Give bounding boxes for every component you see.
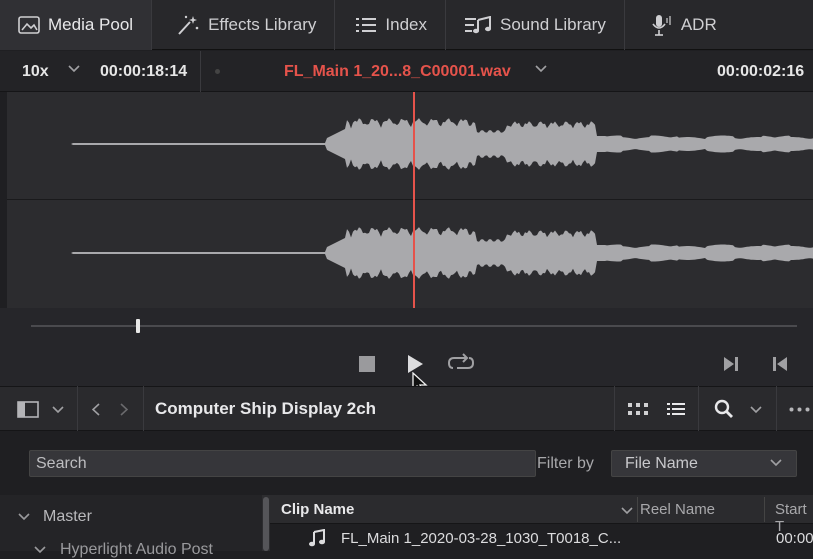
media-pool-icon <box>18 15 40 34</box>
waveform-viewer[interactable] <box>7 92 813 308</box>
effects-wand-icon <box>178 15 199 35</box>
tab-label: Sound Library <box>500 14 606 34</box>
divider <box>698 386 699 431</box>
chevron-down-icon[interactable] <box>770 459 782 467</box>
bin-item-master[interactable]: Master <box>43 508 92 526</box>
previous-frame-icon[interactable] <box>772 356 788 372</box>
divider <box>614 386 615 431</box>
forward-arrow-icon[interactable] <box>120 403 128 416</box>
scrub-handle[interactable] <box>136 319 141 333</box>
chevron-down-icon[interactable] <box>52 406 64 414</box>
divider <box>143 386 144 431</box>
column-divider[interactable] <box>637 497 638 522</box>
tab-media-pool[interactable]: Media Pool <box>0 0 153 50</box>
search-icon[interactable] <box>714 399 734 419</box>
playhead[interactable] <box>413 92 415 308</box>
tab-label: ADR <box>680 14 717 34</box>
tab-effects-library[interactable]: Effects Library <box>152 0 336 50</box>
sidebar-toggle-icon[interactable] <box>17 401 39 418</box>
divider <box>200 51 201 92</box>
scrub-bar[interactable] <box>31 325 797 327</box>
viewer-header: 10x 00:00:18:14 FL_Main 1_20...8_C00001.… <box>0 51 813 92</box>
zoom-level[interactable]: 10x <box>22 63 49 81</box>
scrollbar-thumb[interactable] <box>263 497 269 551</box>
channel-divider <box>7 199 813 200</box>
tab-label: Index <box>385 14 427 34</box>
chevron-down-icon[interactable] <box>535 65 547 73</box>
microphone-icon <box>652 14 671 36</box>
timecode-current: 00:00:18:14 <box>100 63 188 80</box>
waveform-channel-1 <box>7 118 813 170</box>
tab-sound-library[interactable]: Sound Library <box>446 0 625 50</box>
chevron-down-icon[interactable] <box>68 65 80 73</box>
clip-name-selector[interactable]: FL_Main 1_20...8_C00001.wav <box>284 63 511 81</box>
tab-index[interactable]: Index <box>335 0 446 50</box>
filter-label: Filter by <box>537 455 594 472</box>
loop-icon[interactable] <box>447 353 475 373</box>
chevron-down-icon[interactable] <box>18 513 30 521</box>
bin-item-subfolder[interactable]: Hyperlight Audio Post <box>60 541 213 559</box>
panel-tab-bar: Media Pool Effects Library Index Sound L… <box>0 0 813 50</box>
column-header-reel-name[interactable]: Reel Name <box>640 501 715 518</box>
waveform-channel-2 <box>7 227 813 279</box>
music-note-icon <box>309 529 325 547</box>
more-options-icon[interactable] <box>789 407 811 412</box>
divider <box>776 386 777 431</box>
index-list-icon <box>356 17 377 32</box>
divider <box>77 386 78 431</box>
timecode-duration: 00:00:02:16 <box>717 63 805 80</box>
chevron-down-icon[interactable] <box>34 546 46 554</box>
bin-title: Computer Ship Display 2ch <box>155 399 377 418</box>
transport-bar <box>0 308 813 394</box>
clip-name-cell: FL_Main 1_2020-03-28_1030_T0018_C... <box>341 530 622 547</box>
column-divider[interactable] <box>764 497 765 522</box>
tab-label: Effects Library <box>208 14 317 34</box>
media-pool-header <box>0 386 813 431</box>
play-icon[interactable] <box>406 354 424 374</box>
next-frame-icon[interactable] <box>723 356 739 372</box>
list-view-icon[interactable] <box>666 402 686 416</box>
search-input[interactable]: Search <box>29 450 536 477</box>
sound-library-icon <box>465 15 491 33</box>
back-arrow-icon[interactable] <box>92 403 100 416</box>
tab-adr[interactable]: ADR <box>625 0 735 50</box>
tab-label: Media Pool <box>48 14 134 34</box>
column-header-clip-name[interactable]: Clip Name <box>281 501 354 518</box>
start-cell: 00:00 <box>776 530 813 547</box>
status-dot <box>215 69 220 74</box>
chevron-down-icon[interactable] <box>750 406 762 414</box>
sort-chevron-icon[interactable] <box>621 507 633 515</box>
stop-icon[interactable] <box>358 355 376 373</box>
thumbnail-view-icon[interactable] <box>627 402 649 416</box>
